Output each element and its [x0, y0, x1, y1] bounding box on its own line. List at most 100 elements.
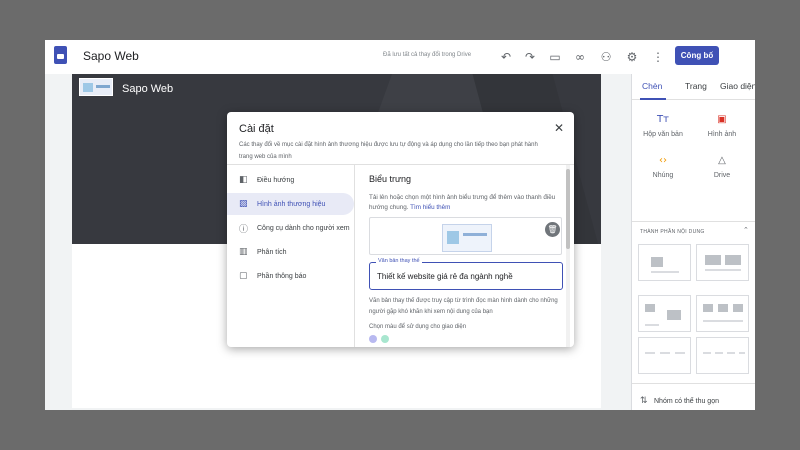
layout-line: [645, 352, 655, 354]
tab-themes[interactable]: Giao diện: [720, 81, 755, 91]
text-box-icon: Tт: [657, 114, 669, 125]
nav-item-viewer-tools[interactable]: ⓘ Công cụ dành cho người xem: [227, 217, 354, 239]
publish-button[interactable]: Công bố: [675, 46, 719, 65]
saved-status: Đã lưu tất cả thay đổi trong Drive: [383, 52, 472, 58]
tab-pages[interactable]: Trang: [685, 81, 707, 91]
layout-line: [651, 271, 679, 273]
nav-item-label: Phần thông báo: [257, 272, 307, 280]
logo-image: [442, 224, 492, 252]
layout-thumbnail: [733, 304, 743, 312]
logo-section-title: Biểu trưng: [369, 174, 412, 184]
layout-line: [703, 352, 711, 354]
layout-tile[interactable]: [696, 337, 749, 374]
announcement-icon: ▢: [239, 271, 248, 281]
learn-more-link[interactable]: Tìm hiểu thêm: [410, 204, 450, 211]
layout-line: [645, 324, 659, 326]
layout-tile[interactable]: [696, 244, 749, 281]
nav-item-brand-images[interactable]: ▨ Hình ảnh thương hiệu: [227, 193, 354, 215]
navigation-icon: ◧: [239, 175, 248, 185]
insert-item-label: Hình ảnh: [707, 131, 737, 138]
nav-item-announcement[interactable]: ▢ Phần thông báo: [227, 265, 354, 287]
layout-line: [675, 352, 685, 354]
sites-logo-icon[interactable]: [54, 46, 67, 64]
site-title[interactable]: Sapo Web: [83, 49, 139, 63]
layout-line: [703, 320, 743, 322]
insert-item-label: Nhúng: [652, 172, 674, 179]
nav-item-analytics[interactable]: ▥ Phân tích: [227, 241, 354, 263]
divider: [632, 221, 755, 222]
alt-text-label: Văn bản thay thế: [376, 258, 422, 264]
panel-tabs: Chèn Trang Giao diện: [632, 74, 755, 100]
redo-icon[interactable]: ↷: [521, 48, 539, 66]
layout-tile[interactable]: [638, 295, 691, 332]
layout-thumbnail: [718, 304, 728, 312]
tab-insert[interactable]: Chèn: [642, 81, 662, 91]
layout-thumbnail: [703, 304, 713, 312]
alt-text-field[interactable]: Văn bản thay thế Thiết kế website giá rẻ…: [369, 258, 563, 290]
active-tab-indicator: [640, 98, 666, 100]
drive-icon: △: [718, 155, 726, 166]
section-heading: THÀNH PHẦN NỘI DUNG: [640, 229, 705, 235]
color-swatch[interactable]: [369, 335, 377, 343]
insert-panel: Chèn Trang Giao diện Tт Hộp văn bản ▣ Hì…: [631, 74, 755, 410]
layout-line: [715, 352, 723, 354]
close-icon[interactable]: ✕: [554, 121, 564, 135]
nav-item-label: Công cụ dành cho người xem: [257, 224, 350, 232]
settings-nav: ◧ Điều hướng ▨ Hình ảnh thương hiệu ⓘ Cô…: [227, 165, 355, 347]
logo-preview[interactable]: 🗑: [369, 217, 562, 255]
site-logo[interactable]: [79, 78, 113, 96]
nav-item-label: Điều hướng: [257, 176, 295, 184]
insert-embed[interactable]: ‹› Nhúng: [635, 155, 691, 179]
nav-item-label: Hình ảnh thương hiệu: [257, 200, 326, 208]
link-icon[interactable]: ∞: [571, 48, 589, 66]
scrollbar-thumb[interactable]: [566, 169, 570, 249]
sites-editor: Sapo Web Đã lưu tất cả thay đổi trong Dr…: [45, 40, 755, 410]
alt-text-value[interactable]: Thiết kế website giá rẻ đa ngành nghề: [377, 272, 513, 281]
layout-line: [660, 352, 670, 354]
more-vert-icon[interactable]: ⋮: [649, 48, 667, 66]
color-label: Chọn màu để sử dụng cho giao diện: [369, 324, 467, 330]
preview-icon[interactable]: ▭: [546, 48, 564, 66]
image-icon: ▨: [239, 199, 248, 209]
layout-line: [739, 352, 745, 354]
layout-thumbnail: [705, 255, 721, 265]
top-bar: Sapo Web Đã lưu tất cả thay đổi trong Dr…: [45, 40, 755, 74]
layout-tile[interactable]: [638, 337, 691, 374]
dialog-title: Cài đặt: [239, 123, 274, 135]
insert-collapsible-group[interactable]: ⇅ Nhóm có thể thu gọn: [640, 396, 719, 406]
layout-thumbnail: [725, 255, 741, 265]
insert-drive[interactable]: △ Drive: [694, 155, 750, 179]
share-icon[interactable]: ⚇: [597, 48, 615, 66]
settings-dialog: Cài đặt Các thay đổi về mục cài đặt hình…: [227, 112, 574, 347]
divider: [632, 383, 755, 384]
analytics-icon: ▥: [239, 247, 248, 257]
layout-line: [705, 269, 741, 271]
insert-item-label: Hộp văn bản: [643, 131, 683, 138]
insert-text-box[interactable]: Tт Hộp văn bản: [635, 114, 691, 138]
nav-item-label: Phân tích: [257, 248, 287, 256]
layout-line: [727, 352, 735, 354]
layout-thumbnail: [645, 304, 655, 312]
alt-text-help: Văn bản thay thế được truy cập từ trình …: [369, 298, 558, 315]
banner-title[interactable]: Sapo Web: [122, 83, 173, 95]
scrollbar[interactable]: [566, 165, 570, 347]
layout-thumbnail: [651, 257, 663, 267]
logo-description: Tải lên hoặc chọn một hình ảnh biểu trưn…: [369, 193, 559, 213]
image-icon: ▣: [717, 114, 727, 125]
gear-icon[interactable]: ⚙: [623, 48, 641, 66]
info-icon: ⓘ: [239, 224, 249, 235]
collapse-icon: ⇅: [640, 396, 648, 406]
settings-content: Biểu trưng Tải lên hoặc chọn một hình ản…: [356, 165, 574, 347]
nav-item-navigation[interactable]: ◧ Điều hướng: [227, 169, 354, 191]
color-swatch[interactable]: [381, 335, 389, 343]
logo-description-text: Tải lên hoặc chọn một hình ảnh biểu trưn…: [369, 194, 556, 211]
layout-tile[interactable]: [696, 295, 749, 332]
chevron-up-icon[interactable]: ⌃: [743, 226, 749, 234]
insert-image[interactable]: ▣ Hình ảnh: [694, 114, 750, 138]
layout-thumbnail: [667, 310, 681, 320]
delete-icon[interactable]: 🗑: [545, 222, 560, 237]
insert-item-label: Drive: [713, 172, 731, 179]
layout-tile[interactable]: [638, 244, 691, 281]
dialog-description: Các thay đổi về mục cài đặt hình ảnh thư…: [239, 142, 538, 160]
undo-icon[interactable]: ↶: [497, 48, 515, 66]
